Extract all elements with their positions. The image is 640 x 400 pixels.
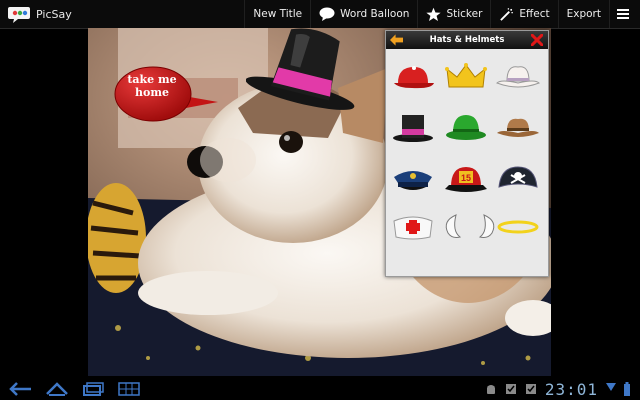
magic-wand-icon [500,7,514,21]
picsay-logo-icon[interactable] [8,5,30,23]
home-nav-icon [46,382,68,396]
effect-button[interactable]: Effect [490,0,557,28]
menu-icon [616,9,629,19]
sticker-panel-header: Hats & Helmets [386,31,548,49]
sticker-button[interactable]: Sticker [417,0,490,28]
close-icon[interactable] [531,34,543,46]
grid-menu-icon [118,382,140,396]
checkbox-notification-icon [505,384,516,394]
black-top-hat-icon[interactable] [388,109,438,145]
android-icon [486,385,495,394]
clock: 23:01 [544,379,598,399]
green-bowler-hat-icon[interactable] [441,109,491,145]
balloon-text: take me home [127,73,177,99]
home-button[interactable] [42,378,72,400]
new-title-label: New Title [253,8,303,20]
checkbox-notification-icon [525,384,536,394]
word-balloon-button[interactable]: Word Balloon [310,0,417,28]
fire-helmet-icon[interactable]: 15 [441,161,491,197]
system-bar: 23:01 [0,378,640,400]
new-title-button[interactable]: New Title [244,0,310,28]
red-cap-icon[interactable] [388,59,438,95]
police-cap-icon[interactable] [388,161,438,197]
recent-apps-icon [83,382,104,396]
word-balloon-label: Word Balloon [340,8,410,20]
speech-bubble-icon [319,7,335,21]
effect-label: Effect [519,8,550,20]
back-button[interactable] [6,378,36,400]
sticker-label: Sticker [446,8,483,20]
menu-nav-button[interactable] [114,378,144,400]
export-button[interactable]: Export [557,0,609,28]
pirate-hat-icon[interactable] [493,161,543,197]
back-nav-icon [9,382,31,396]
battery-icon [624,382,630,396]
fire-helmet-number: 15 [461,173,471,183]
star-icon [426,7,442,21]
status-area[interactable]: 23:01 [481,380,634,399]
white-cowboy-hat-icon[interactable] [493,59,543,95]
sticker-panel: Hats & Helmets 15 [385,30,549,277]
halo-icon[interactable] [493,209,543,245]
brown-cowboy-hat-icon[interactable] [493,109,543,145]
app-title: PicSay [36,7,72,21]
top-hat-sticker[interactable] [246,28,366,110]
export-label: Export [566,8,601,20]
overflow-menu-button[interactable] [609,0,640,28]
recent-apps-button[interactable] [78,378,108,400]
action-bar: PicSay New Title Word Balloon Sticker Ef… [0,0,640,29]
wifi-icon [606,383,616,391]
gold-crown-icon[interactable] [441,59,491,95]
sticker-panel-title: Hats & Helmets [429,35,505,45]
